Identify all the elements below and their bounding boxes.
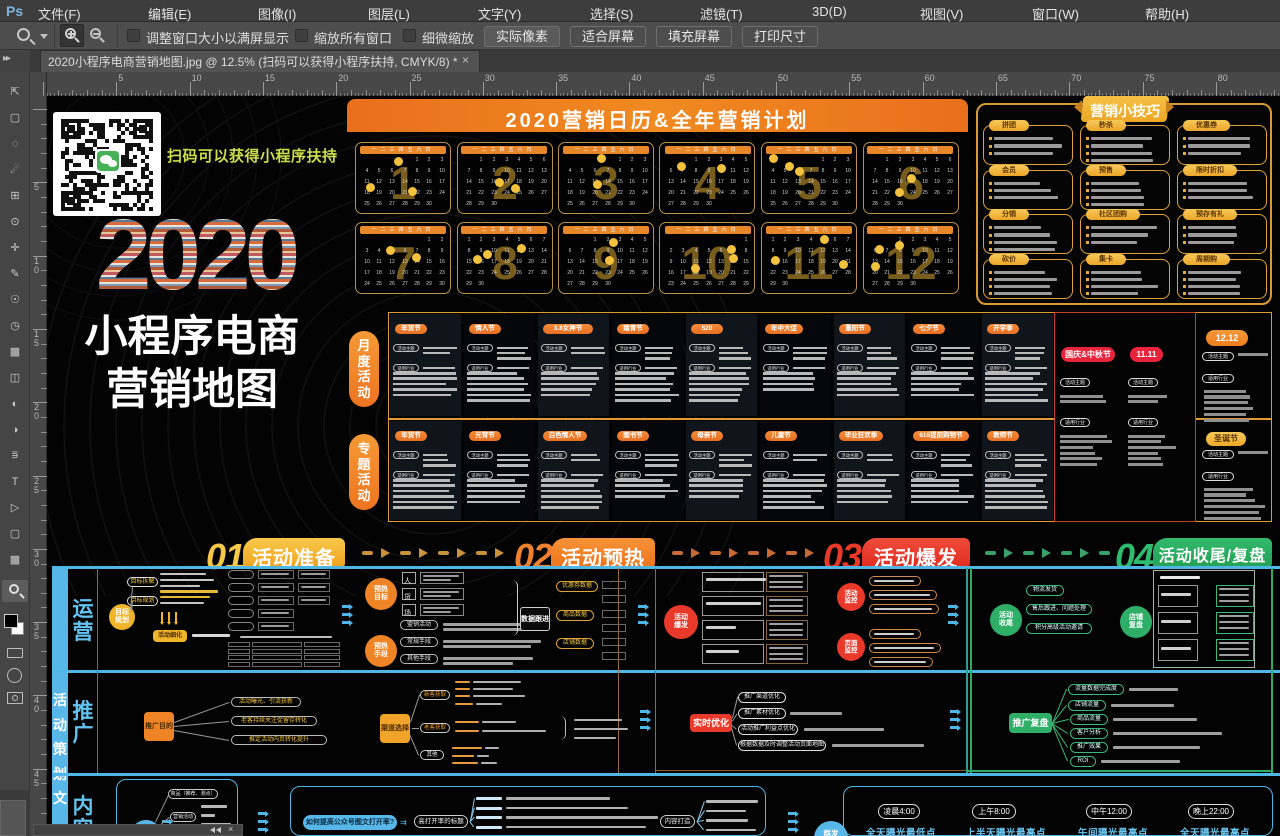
- svg-text:2020: 2020: [96, 203, 297, 303]
